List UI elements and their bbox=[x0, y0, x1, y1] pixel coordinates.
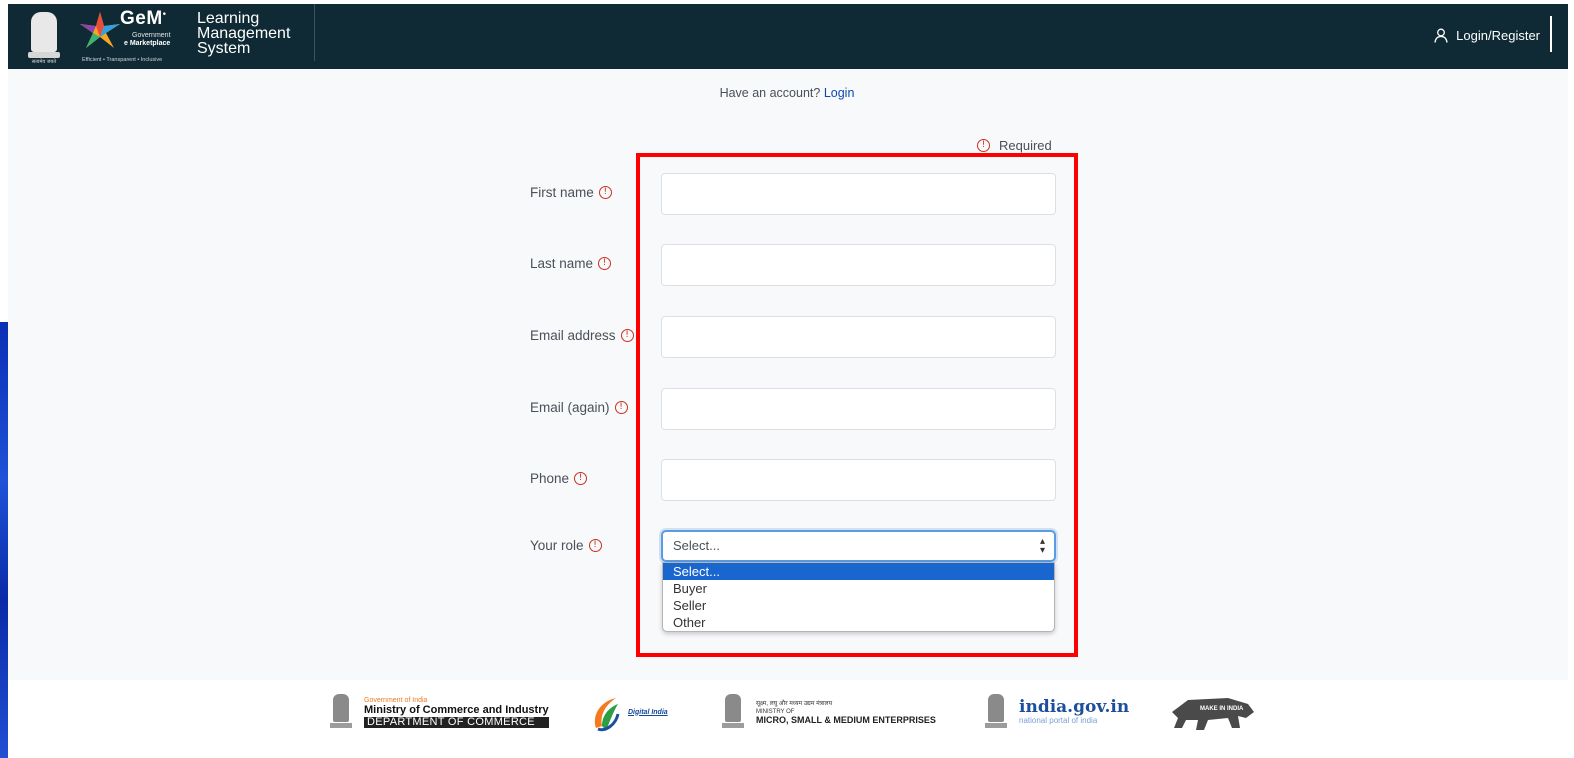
site-title-line1: Learning bbox=[197, 10, 260, 27]
last-name-label: Last name! bbox=[530, 256, 612, 271]
role-option-buyer[interactable]: Buyer bbox=[663, 580, 1054, 597]
navbar-divider bbox=[1550, 16, 1552, 52]
commerce-department-text: DEPARTMENT OF COMMERCE bbox=[364, 717, 549, 728]
gem-sub-marketplace: e Marketplace bbox=[124, 39, 171, 47]
emblem-icon bbox=[328, 692, 354, 732]
emblem-icon bbox=[983, 692, 1009, 732]
msme-main-text: MICRO, SMALL & MEDIUM ENTERPRISES bbox=[756, 715, 936, 725]
email-again-row: Email (again)! bbox=[530, 388, 1056, 430]
gem-sub-government: Government bbox=[132, 31, 171, 39]
gem-wordmark: GeM• bbox=[120, 7, 167, 29]
gem-logo: GeM• Government e Marketplace Efficient … bbox=[74, 8, 189, 66]
required-icon: ! bbox=[598, 257, 612, 270]
right-border-strip bbox=[1568, 0, 1574, 758]
role-option-select[interactable]: Select... bbox=[663, 563, 1054, 580]
left-border-strip bbox=[0, 0, 8, 758]
select-updown-icon: ▴ ▾ bbox=[1039, 536, 1045, 556]
required-legend: ! Required bbox=[977, 138, 1052, 153]
make-in-india-lion-icon: MAKE IN INDIA bbox=[1172, 698, 1254, 730]
required-icon: ! bbox=[588, 539, 602, 552]
phone-label: Phone! bbox=[530, 471, 588, 486]
last-name-row: Last name! bbox=[530, 244, 1056, 286]
email-label: Email address! bbox=[530, 328, 634, 343]
user-icon bbox=[1434, 28, 1448, 43]
required-icon: ! bbox=[977, 139, 990, 152]
email-again-label: Email (again)! bbox=[530, 400, 628, 415]
login-link[interactable]: Login bbox=[824, 86, 855, 100]
footer: Government of India Ministry of Commerce… bbox=[8, 680, 1568, 758]
commerce-ministry-text: Ministry of Commerce and Industry bbox=[364, 704, 549, 716]
footer-make-in-india-logo[interactable]: MAKE IN INDIA bbox=[1168, 690, 1258, 734]
role-option-other[interactable]: Other bbox=[663, 614, 1054, 631]
role-select[interactable]: Select... ▴ ▾ bbox=[661, 530, 1056, 562]
page-background bbox=[8, 0, 1568, 758]
footer-commerce-logo[interactable]: Government of India Ministry of Commerce… bbox=[328, 692, 549, 732]
make-in-india-text: MAKE IN INDIA bbox=[1200, 706, 1244, 712]
first-name-input[interactable] bbox=[661, 173, 1056, 215]
national-emblem-icon: सत्यमेव जयते bbox=[24, 8, 64, 66]
role-label: Your role! bbox=[530, 538, 602, 553]
email-row: Email address! bbox=[530, 316, 1056, 358]
email-input[interactable] bbox=[661, 316, 1056, 358]
login-register-link[interactable]: Login/Register bbox=[1434, 23, 1540, 47]
role-select-value: Select... bbox=[673, 538, 720, 553]
email-again-input[interactable] bbox=[661, 388, 1056, 430]
gem-star-icon bbox=[80, 11, 120, 48]
first-name-row: First name! bbox=[530, 173, 1056, 215]
emblem-caption: सत्यमेव जयते bbox=[31, 58, 57, 65]
india-gov-subtext: national portal of india bbox=[1019, 716, 1098, 725]
gem-tagline: Efficient • Transparent • Inclusive bbox=[82, 56, 163, 63]
navbar: सत्यमेव जयते GeM• Government e Marketpla… bbox=[8, 4, 1568, 69]
site-title: Learning Management System bbox=[197, 10, 317, 57]
have-account-line: Have an account? Login bbox=[0, 86, 1574, 100]
required-icon: ! bbox=[620, 329, 634, 342]
digital-india-icon bbox=[594, 698, 620, 732]
msme-hindi-text: सूक्ष्म, लघु और मध्यम उद्यम मंत्रालय bbox=[756, 701, 833, 707]
role-option-seller[interactable]: Seller bbox=[663, 597, 1054, 614]
brand-divider bbox=[314, 4, 315, 61]
required-label: Required bbox=[999, 138, 1052, 153]
site-title-line3: System bbox=[197, 40, 251, 57]
footer-msme-logo[interactable]: सूक्ष्म, लघु और मध्यम उद्यम मंत्रालय MIN… bbox=[720, 692, 936, 732]
footer-india-gov-logo[interactable]: india.gov.in national portal of india bbox=[983, 692, 1129, 732]
brand-logo-link[interactable]: सत्यमेव जयते GeM• Government e Marketpla… bbox=[24, 4, 317, 69]
first-name-label: First name! bbox=[530, 185, 612, 200]
required-icon: ! bbox=[614, 401, 628, 414]
site-title-line2: Management bbox=[197, 25, 291, 42]
login-register-label: Login/Register bbox=[1456, 27, 1540, 43]
required-icon: ! bbox=[598, 186, 612, 199]
india-gov-text: india.gov.in bbox=[1019, 697, 1130, 717]
digital-india-text: Digital India bbox=[628, 708, 668, 716]
footer-digital-india-logo[interactable]: Digital India bbox=[588, 692, 668, 732]
last-name-input[interactable] bbox=[661, 244, 1056, 286]
role-dropdown-list: Select... Buyer Seller Other bbox=[662, 562, 1055, 632]
emblem-icon bbox=[720, 692, 746, 732]
role-row: Your role! Select... ▴ ▾ Select... Buyer … bbox=[530, 530, 1056, 632]
phone-row: Phone! bbox=[530, 459, 1056, 501]
phone-input[interactable] bbox=[661, 459, 1056, 501]
have-account-text: Have an account? bbox=[719, 86, 821, 100]
required-icon: ! bbox=[574, 472, 588, 485]
